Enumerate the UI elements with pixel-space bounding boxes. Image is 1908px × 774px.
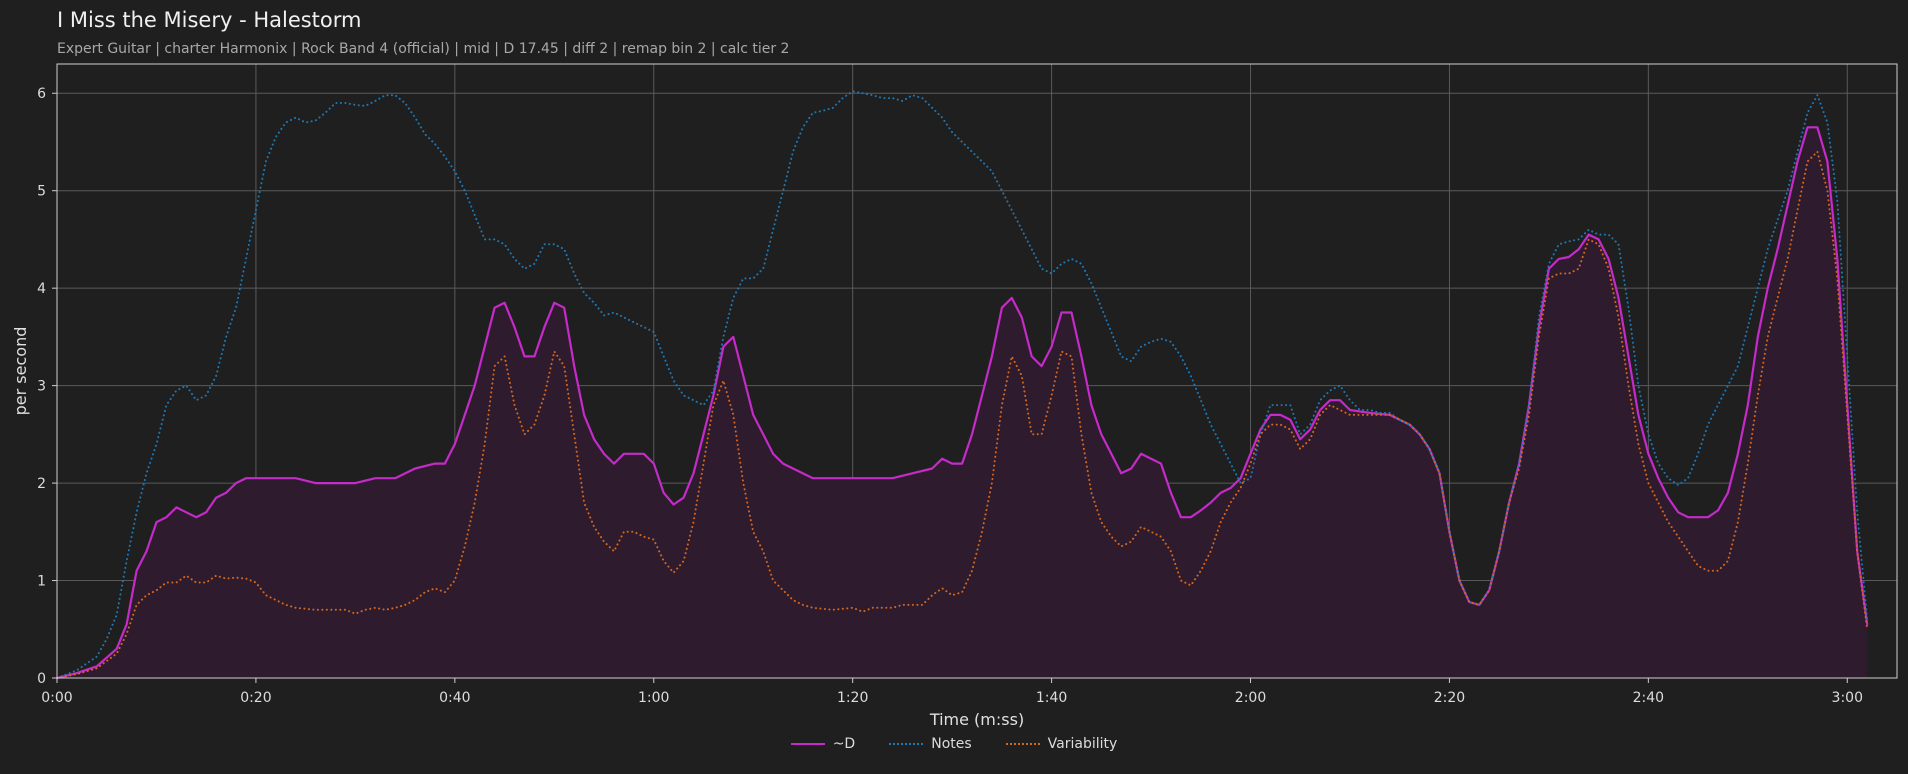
y-axis-label: per second	[11, 327, 30, 416]
legend-swatch	[1005, 743, 1040, 745]
chart-plot: 0:00 0:20 0:40 1:00 1:20 1:40 2:00 2:20 2:40 3:00…	[11, 63, 1898, 729]
x-axis-label: Time (m:ss)	[929, 710, 1024, 729]
chart-legend: ~D Notes Variability	[0, 736, 1908, 752]
legend-swatch	[790, 743, 825, 745]
y-tick-label: 0	[37, 671, 46, 687]
x-tick-label: 1:00	[638, 690, 669, 706]
y-tick-label: 1	[37, 574, 46, 590]
x-tick-label: 3:00	[1832, 690, 1863, 706]
x-tick-label: 2:20	[1434, 690, 1465, 706]
x-tick-label: 2:00	[1235, 690, 1266, 706]
legend-label: Notes	[931, 736, 972, 752]
legend-label: Variability	[1047, 736, 1118, 752]
x-tick-label: 1:20	[837, 690, 868, 706]
legend-item: Variability	[1005, 736, 1118, 752]
x-tick-label: 0:20	[240, 690, 271, 706]
x-tick-label: 1:40	[1036, 690, 1067, 706]
y-tick-label: 3	[37, 379, 46, 395]
x-tick-label: 0:00	[41, 690, 72, 706]
x-tick-label: 0:40	[439, 690, 470, 706]
y-tick-label: 4	[37, 281, 46, 297]
series-fills	[57, 127, 1868, 679]
legend-label: ~D	[832, 736, 856, 752]
y-tick-label: 2	[37, 476, 46, 492]
legend-swatch	[889, 743, 924, 745]
series-fill-0	[57, 127, 1868, 679]
legend-item: Notes	[889, 736, 972, 752]
y-tick-label: 5	[37, 184, 46, 200]
legend-item: ~D	[790, 736, 856, 752]
x-tick-label: 2:40	[1633, 690, 1664, 706]
y-tick-label: 6	[37, 86, 46, 102]
